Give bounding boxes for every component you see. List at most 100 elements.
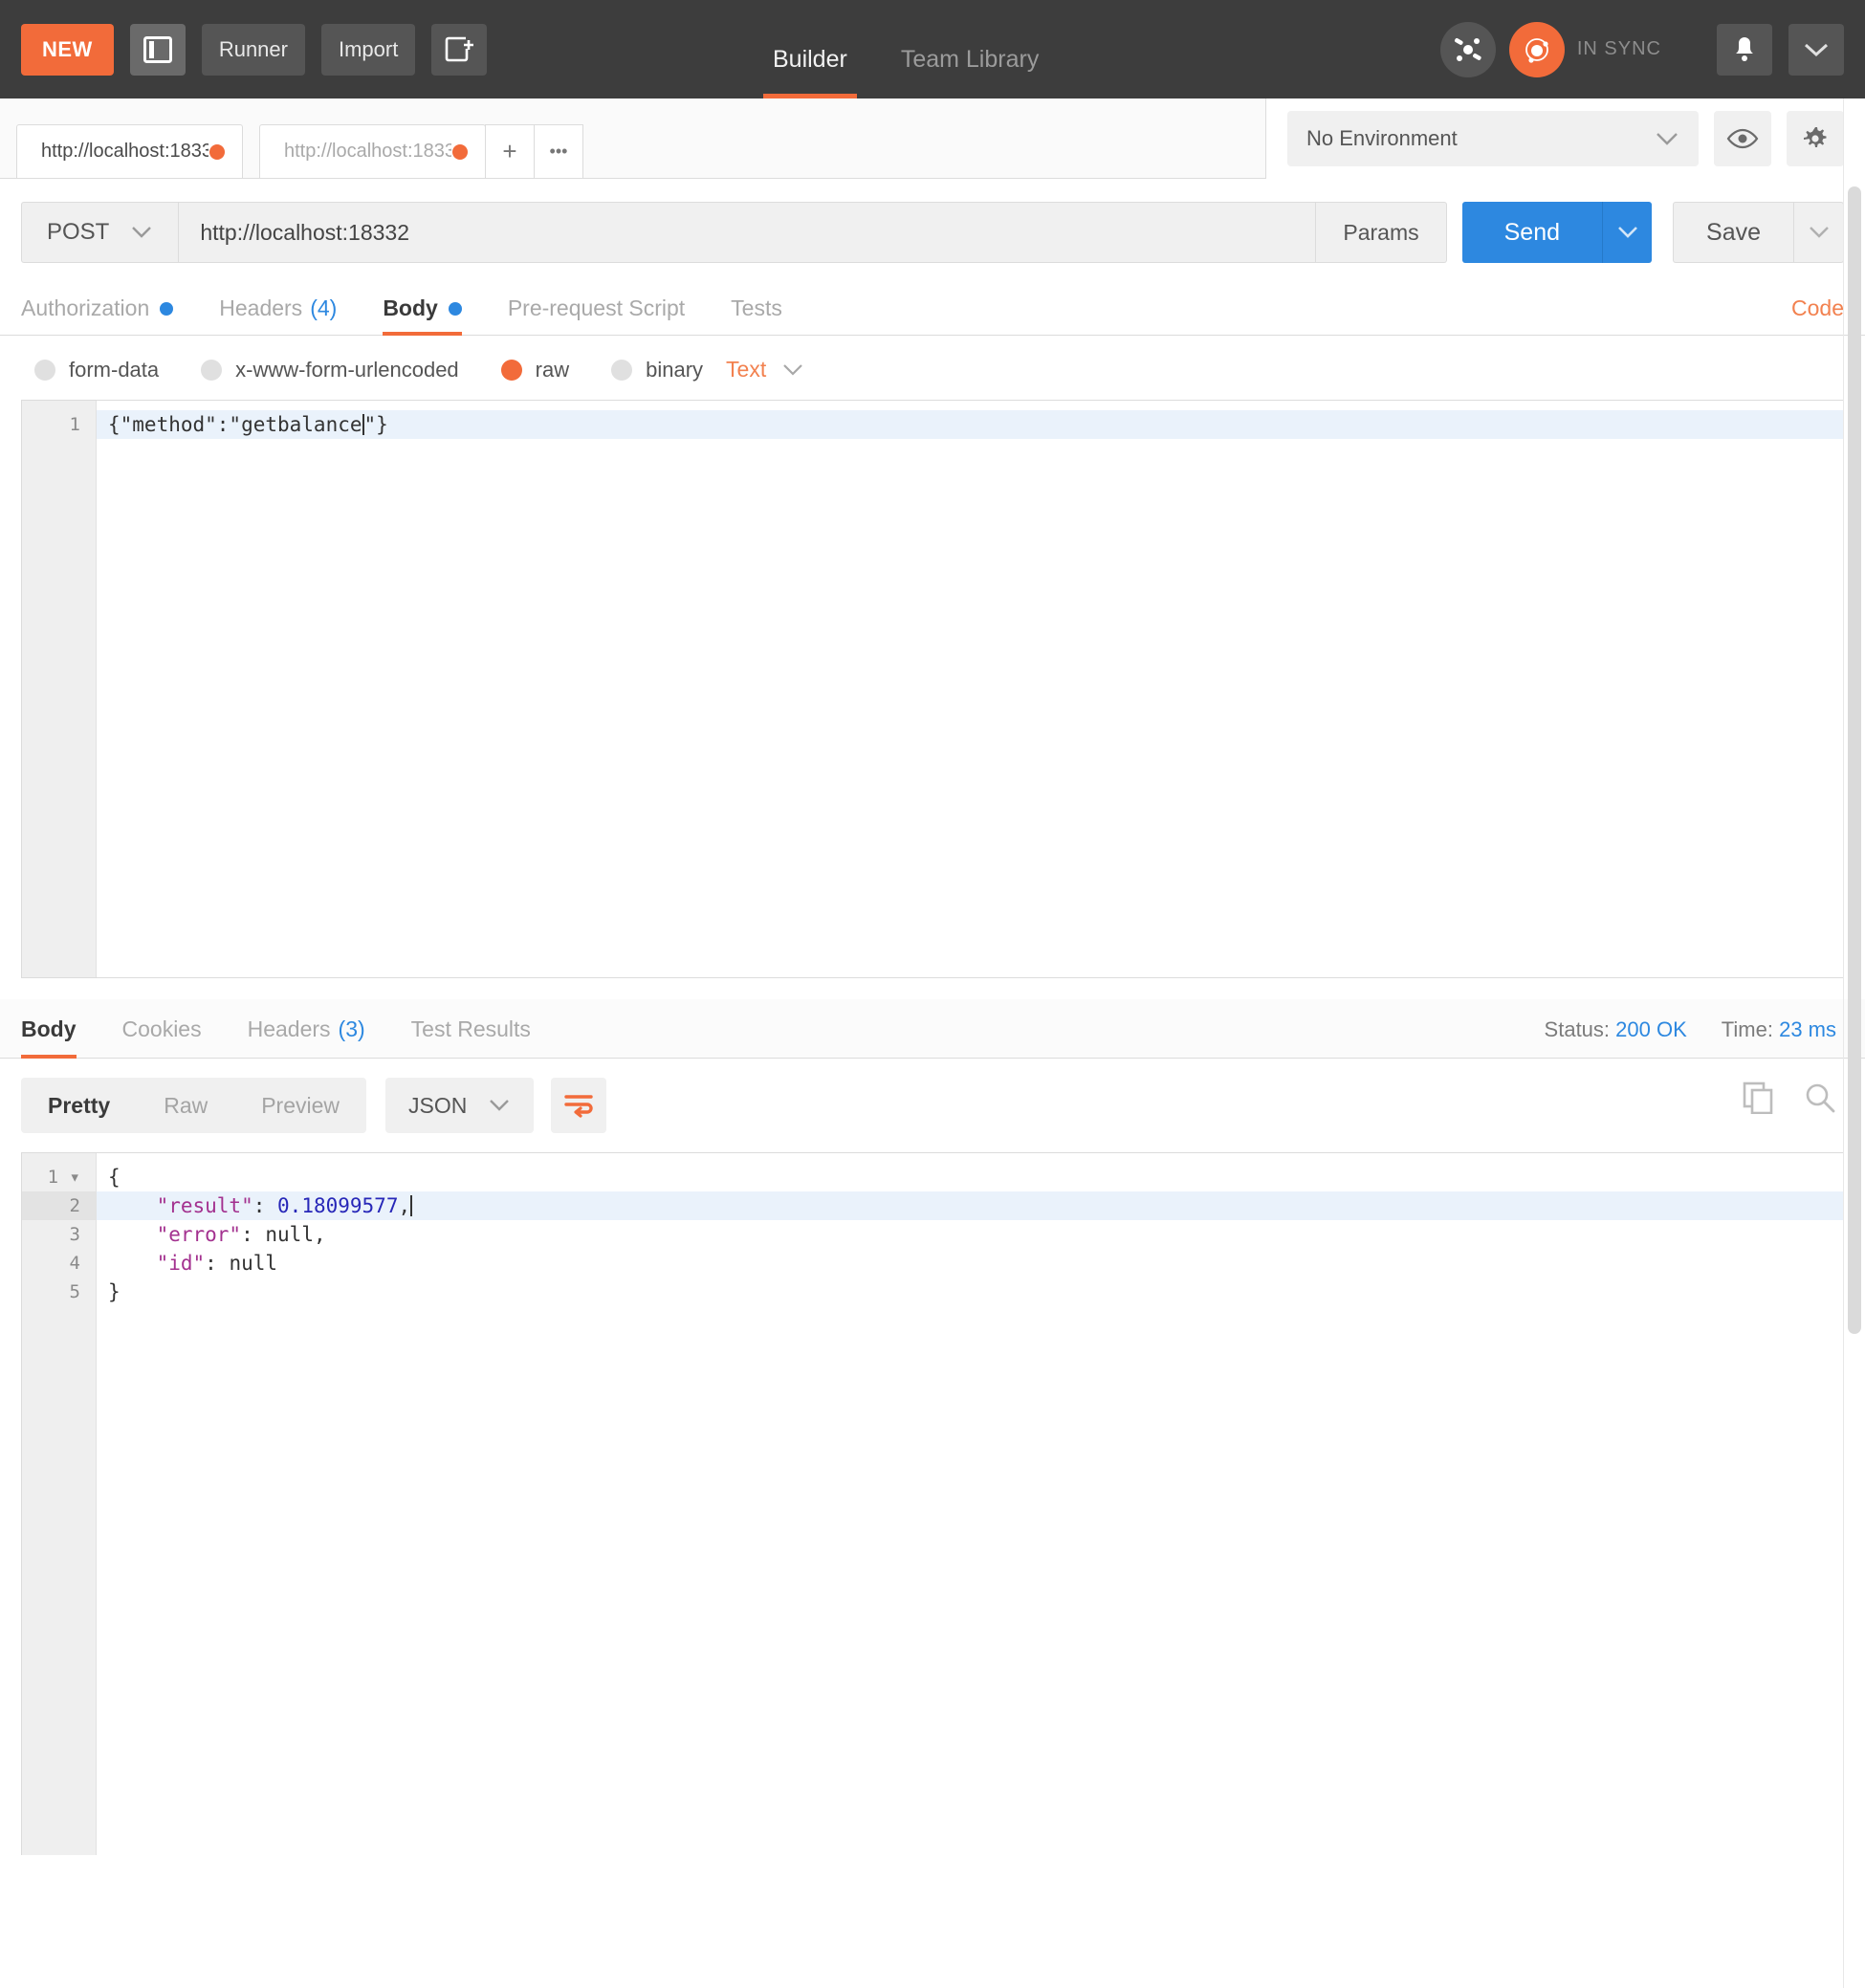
tab-team-library-label: Team Library xyxy=(900,46,1040,73)
body-type-row: form-data x-www-form-urlencoded raw bina… xyxy=(0,336,1865,400)
import-button[interactable]: Import xyxy=(320,23,416,76)
response-tab-test-results[interactable]: Test Results xyxy=(388,1016,554,1058)
environment-zone: No Environment xyxy=(1265,98,1865,179)
request-tab-2[interactable]: http://localhost:18332 xyxy=(259,124,486,178)
plus-icon: + xyxy=(502,137,517,165)
json-token-punct: } xyxy=(108,1280,121,1303)
method-selector[interactable]: POST xyxy=(21,202,180,263)
notifications-button[interactable] xyxy=(1717,23,1772,76)
response-line-number: 5 xyxy=(69,1281,80,1302)
response-line-number: 1 ▾ xyxy=(47,1167,80,1188)
status-label: Status: xyxy=(1544,1017,1611,1041)
chevron-down-icon xyxy=(1808,226,1831,239)
interceptor-button[interactable] xyxy=(1439,21,1496,77)
tab-options-button[interactable]: ••• xyxy=(534,124,583,178)
raw-format-selector[interactable]: Text xyxy=(726,357,804,382)
new-window-button[interactable] xyxy=(431,23,488,76)
gear-icon xyxy=(1801,124,1830,153)
response-editor-gutter: 1 ▾ 2 3 4 5 xyxy=(22,1153,97,1855)
response-tab-cookies[interactable]: Cookies xyxy=(99,1016,225,1058)
radio-raw[interactable] xyxy=(500,359,522,381)
view-mode-raw-label: Raw xyxy=(164,1092,208,1118)
sidebar-toggle-button[interactable] xyxy=(129,23,186,76)
radio-binary[interactable] xyxy=(611,359,633,381)
page-scrollbar[interactable] xyxy=(1848,186,1861,1984)
app-header: NEW Runner Import Builder Team Library I… xyxy=(0,0,1865,98)
environment-quick-look-button[interactable] xyxy=(1714,111,1771,166)
environment-settings-button[interactable] xyxy=(1787,111,1844,166)
json-token-punct: : xyxy=(252,1194,278,1217)
request-tab-body-label: Body xyxy=(383,295,438,320)
radio-form-data[interactable] xyxy=(34,359,55,381)
body-type-raw-label: raw xyxy=(535,357,570,382)
tab-builder[interactable]: Builder xyxy=(746,46,874,98)
word-wrap-button[interactable] xyxy=(551,1078,607,1133)
response-tabs: Body Cookies Headers (3) Test Results St… xyxy=(0,999,1865,1059)
radio-urlencoded[interactable] xyxy=(201,359,223,381)
environment-selected-label: No Environment xyxy=(1306,126,1458,150)
status-value: 200 OK xyxy=(1615,1017,1687,1041)
environment-selector[interactable]: No Environment xyxy=(1287,111,1699,166)
code-link[interactable]: Code xyxy=(1791,295,1844,321)
new-button[interactable]: NEW xyxy=(21,23,114,76)
account-menu-button[interactable] xyxy=(1788,23,1844,76)
save-button[interactable]: Save xyxy=(1673,202,1794,263)
import-label: Import xyxy=(338,36,399,61)
response-splitter[interactable] xyxy=(0,978,1865,999)
request-tab-authorization[interactable]: Authorization xyxy=(21,295,196,335)
url-input[interactable]: http://localhost:18332 xyxy=(179,202,1317,263)
send-button[interactable]: Send xyxy=(1461,202,1603,263)
request-editor-content[interactable]: {"method":"getbalance"} xyxy=(97,401,1843,977)
response-body-editor[interactable]: 1 ▾ 2 3 4 5 { "result": 0.18099577, "error":… xyxy=(21,1152,1844,1855)
search-button[interactable] xyxy=(1804,1081,1836,1114)
view-mode-raw[interactable]: Raw xyxy=(137,1078,234,1133)
copy-button[interactable] xyxy=(1743,1081,1775,1114)
request-editor-gutter: 1 xyxy=(22,401,97,977)
request-tab-body[interactable]: Body xyxy=(360,295,485,336)
response-editor-content[interactable]: { "result": 0.18099577, "error": null, "… xyxy=(97,1153,1843,1855)
sync-status-button[interactable] xyxy=(1508,21,1565,77)
request-tab-tests[interactable]: Tests xyxy=(708,295,805,335)
body-type-form-data[interactable]: form-data xyxy=(34,358,159,382)
request-body-editor[interactable]: 1 {"method":"getbalance"} xyxy=(21,400,1844,978)
response-tab-headers-label: Headers xyxy=(247,1016,331,1041)
request-tab-pre-request-script[interactable]: Pre-request Script xyxy=(485,295,708,335)
json-token-punct: : xyxy=(241,1223,266,1246)
body-type-urlencoded[interactable]: x-www-form-urlencoded xyxy=(201,358,459,382)
right-divider xyxy=(1843,98,1844,1988)
request-panel: POST http://localhost:18332 Params Send … xyxy=(0,179,1865,978)
response-format-selector[interactable]: JSON xyxy=(385,1078,535,1133)
main-tabs: Builder Team Library xyxy=(746,0,1065,98)
raw-format-label: Text xyxy=(726,357,767,382)
response-body-line: { xyxy=(97,1163,1843,1191)
json-token-punct: , xyxy=(313,1223,326,1246)
response-tab-headers[interactable]: Headers (3) xyxy=(225,1016,388,1058)
chevron-down-icon xyxy=(488,1099,511,1112)
url-value: http://localhost:18332 xyxy=(200,219,410,245)
request-tab-headers-count: (4) xyxy=(310,295,338,320)
save-options-button[interactable] xyxy=(1794,202,1844,263)
body-indicator-dot xyxy=(448,301,462,316)
page-scrollbar-thumb[interactable] xyxy=(1848,186,1861,1334)
view-mode-pretty[interactable]: Pretty xyxy=(21,1078,137,1133)
response-tab-body-label: Body xyxy=(21,1016,77,1041)
response-tab-body[interactable]: Body xyxy=(21,1016,99,1059)
request-tab-headers[interactable]: Headers (4) xyxy=(196,295,360,335)
request-tab-2-unsaved-dot xyxy=(452,143,468,160)
response-view-modes: Pretty Raw Preview xyxy=(21,1078,367,1133)
view-mode-preview[interactable]: Preview xyxy=(234,1078,366,1133)
json-token-key: "error" xyxy=(156,1223,242,1246)
body-type-binary[interactable]: binary xyxy=(611,358,703,382)
request-tab-tests-label: Tests xyxy=(731,295,782,320)
tab-team-library[interactable]: Team Library xyxy=(874,46,1066,98)
request-tab-1[interactable]: http://localhost:18332 xyxy=(16,124,243,178)
body-type-urlencoded-label: x-www-form-urlencoded xyxy=(235,357,459,382)
chevron-down-icon xyxy=(1655,131,1679,146)
params-button[interactable]: Params xyxy=(1316,202,1447,263)
send-options-button[interactable] xyxy=(1602,202,1653,263)
runner-button[interactable]: Runner xyxy=(201,23,305,76)
header-right-group: IN SYNC xyxy=(1439,21,1844,77)
time-value: 23 ms xyxy=(1779,1017,1836,1041)
body-type-raw[interactable]: raw xyxy=(500,357,570,382)
add-tab-button[interactable]: + xyxy=(485,124,535,178)
